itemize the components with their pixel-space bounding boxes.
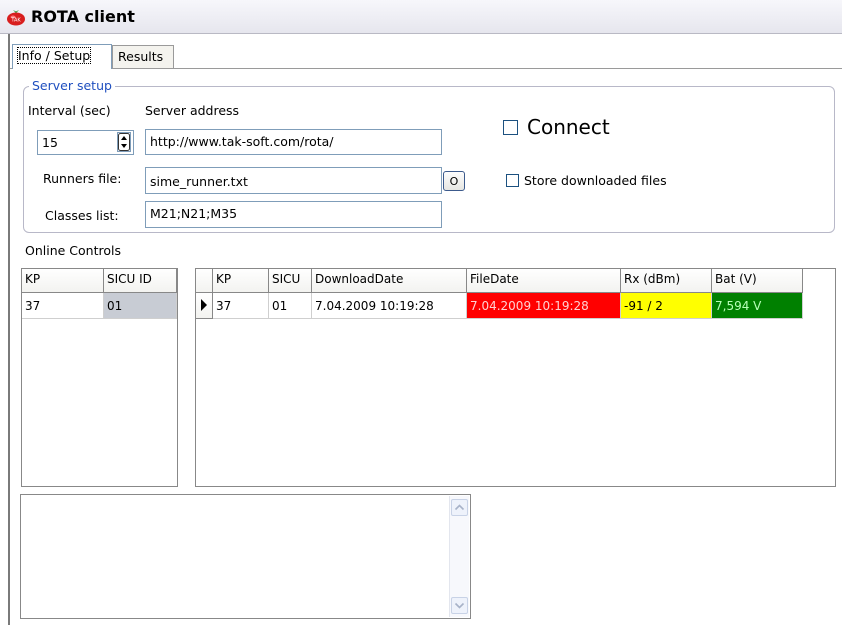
classes-list-input[interactable]: M21;N21;M35: [145, 201, 442, 228]
tab-info-setup-label: Info / Setup: [16, 47, 92, 64]
scroll-down-button[interactable]: [451, 597, 468, 614]
results-cell-download-date[interactable]: 7.04.2009 10:19:28: [312, 293, 467, 319]
results-cell-file-date[interactable]: 7.04.2009 10:19:28: [467, 293, 621, 319]
window-frame-left: [8, 34, 10, 625]
browse-button[interactable]: O: [443, 171, 465, 191]
spin-arrows-icon: [118, 133, 130, 151]
controls-grid[interactable]: KP SICU ID 37 01: [21, 268, 178, 487]
controls-grid-cell-kp[interactable]: 37: [22, 293, 104, 319]
server-setup-legend: Server setup: [29, 78, 115, 93]
log-memo[interactable]: [20, 494, 471, 619]
results-grid-header-bat[interactable]: Bat (V): [712, 269, 803, 293]
runners-file-label: Runners file:: [43, 171, 122, 186]
tab-divider: [10, 68, 842, 69]
svg-text:TAK: TAK: [10, 18, 21, 24]
runners-file-input[interactable]: sime_runner.txt: [145, 167, 442, 194]
server-address-input[interactable]: http://www.tak-soft.com/rota/: [145, 129, 442, 155]
tab-results[interactable]: Results: [112, 45, 174, 68]
controls-grid-header-sicu-id[interactable]: SICU ID: [104, 269, 177, 293]
results-grid-header-kp[interactable]: KP: [213, 269, 269, 293]
results-grid-header-sicu[interactable]: SICU: [269, 269, 312, 293]
results-cell-rx[interactable]: -91 / 2: [621, 293, 712, 319]
chevron-up-icon: [454, 504, 465, 511]
row-indicator: [196, 293, 213, 319]
online-controls-label: Online Controls: [25, 243, 121, 258]
store-files-label[interactable]: Store downloaded files: [524, 173, 667, 188]
results-cell-kp[interactable]: 37: [213, 293, 269, 319]
window-title: ROTA client: [31, 7, 135, 26]
results-cell-sicu[interactable]: 01: [269, 293, 312, 319]
scroll-up-button[interactable]: [451, 499, 468, 516]
chevron-down-icon: [454, 602, 465, 609]
results-grid-header-file-date[interactable]: FileDate: [467, 269, 621, 293]
results-grid-indicator-header: [196, 269, 213, 293]
tab-info-setup[interactable]: Info / Setup: [12, 44, 112, 69]
interval-spin-button[interactable]: [117, 132, 131, 152]
server-address-label: Server address: [145, 103, 240, 118]
store-files-checkbox[interactable]: [506, 174, 519, 187]
interval-label: Interval (sec): [28, 103, 111, 118]
tab-results-label: Results: [118, 49, 164, 64]
connect-checkbox[interactable]: [503, 120, 518, 135]
connect-label[interactable]: Connect: [527, 115, 610, 139]
controls-grid-cell-sicu-id[interactable]: 01: [104, 293, 177, 319]
results-grid-header-rx[interactable]: Rx (dBm): [621, 269, 712, 293]
results-grid[interactable]: KP SICU DownloadDate FileDate Rx (dBm) B…: [195, 268, 836, 487]
classes-list-label: Classes list:: [45, 208, 119, 223]
log-memo-scrollbar[interactable]: [449, 496, 469, 617]
controls-grid-header-kp[interactable]: KP: [22, 269, 104, 293]
current-row-arrow-icon: [201, 299, 207, 311]
results-cell-bat[interactable]: 7,594 V: [712, 293, 803, 319]
tomato-app-icon: TAK: [7, 10, 25, 26]
results-grid-header-download-date[interactable]: DownloadDate: [312, 269, 467, 293]
